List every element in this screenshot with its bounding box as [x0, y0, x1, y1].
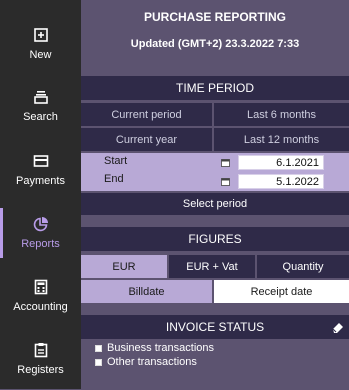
sidebar-item-accounting[interactable]: Accounting [0, 265, 81, 327]
eraser-icon[interactable] [331, 320, 345, 334]
report-panel: PURCHASE REPORTING Updated (GMT+2) 23.3.… [81, 0, 349, 389]
option-label: Other transactions [107, 356, 197, 368]
checkbox[interactable] [95, 358, 102, 366]
billdate-button[interactable]: Billdate [81, 280, 212, 303]
sidebar-item-payments[interactable]: Payments [0, 139, 81, 201]
period-last-12-months-button[interactable]: Last 12 months [214, 128, 349, 151]
business-transactions-option[interactable]: Business transactions [95, 342, 214, 354]
figure-eur-button[interactable]: EUR [81, 255, 167, 278]
option-label: Business transactions [107, 342, 214, 354]
figure-eur-vat-button[interactable]: EUR + Vat [169, 255, 255, 278]
stack-icon [33, 91, 48, 104]
sidebar-item-registers[interactable]: Registers [0, 328, 81, 390]
start-date-field[interactable]: 6.1.2021 [238, 155, 324, 170]
receipt-date-button[interactable]: Receipt date [214, 280, 349, 303]
sidebar-item-label: Payments [16, 175, 65, 187]
sidebar-item-label: Registers [17, 364, 64, 376]
calendar-icon[interactable] [221, 158, 230, 167]
period-last-6-months-button[interactable]: Last 6 months [214, 103, 349, 126]
period-current-period-button[interactable]: Current period [81, 103, 212, 126]
pie-chart-icon [33, 217, 48, 232]
date-range: Start 6.1.2021 End 5.1.2022 [81, 153, 349, 191]
period-current-year-button[interactable]: Current year [81, 128, 212, 151]
updated-timestamp: Updated (GMT+2) 23.3.2022 7:33 [130, 38, 300, 50]
figure-quantity-button[interactable]: Quantity [257, 255, 349, 278]
select-period-button[interactable]: Select period [81, 193, 349, 215]
time-period-heading: TIME PERIOD [81, 76, 349, 100]
card-icon [33, 155, 48, 167]
end-date-field[interactable]: 5.1.2022 [238, 174, 324, 189]
sidebar-item-reports[interactable]: Reports [0, 202, 81, 264]
figures-heading: FIGURES [81, 227, 349, 251]
sidebar-item-search[interactable]: Search [0, 75, 81, 137]
register-icon [34, 343, 47, 358]
sidebar-item-label: Reports [21, 238, 60, 250]
plus-square-icon [33, 28, 48, 42]
invoice-status-heading: INVOICE STATUS [81, 315, 349, 339]
checkbox[interactable] [95, 344, 102, 352]
sidebar: New Search Payments Reports Accounting R… [0, 0, 81, 389]
calendar-icon[interactable] [221, 177, 230, 186]
sidebar-item-label: Search [23, 111, 58, 123]
page-title: PURCHASE REPORTING [143, 10, 286, 24]
sidebar-item-new[interactable]: New [0, 13, 81, 75]
other-transactions-option[interactable]: Other transactions [95, 356, 197, 368]
end-label: End [104, 173, 124, 185]
sidebar-item-label: Accounting [13, 301, 68, 313]
start-label: Start [104, 155, 128, 167]
invoice-status-list: Business transactions Other transactions [81, 342, 349, 389]
sidebar-item-label: New [29, 49, 52, 61]
calculator-icon [34, 279, 47, 295]
